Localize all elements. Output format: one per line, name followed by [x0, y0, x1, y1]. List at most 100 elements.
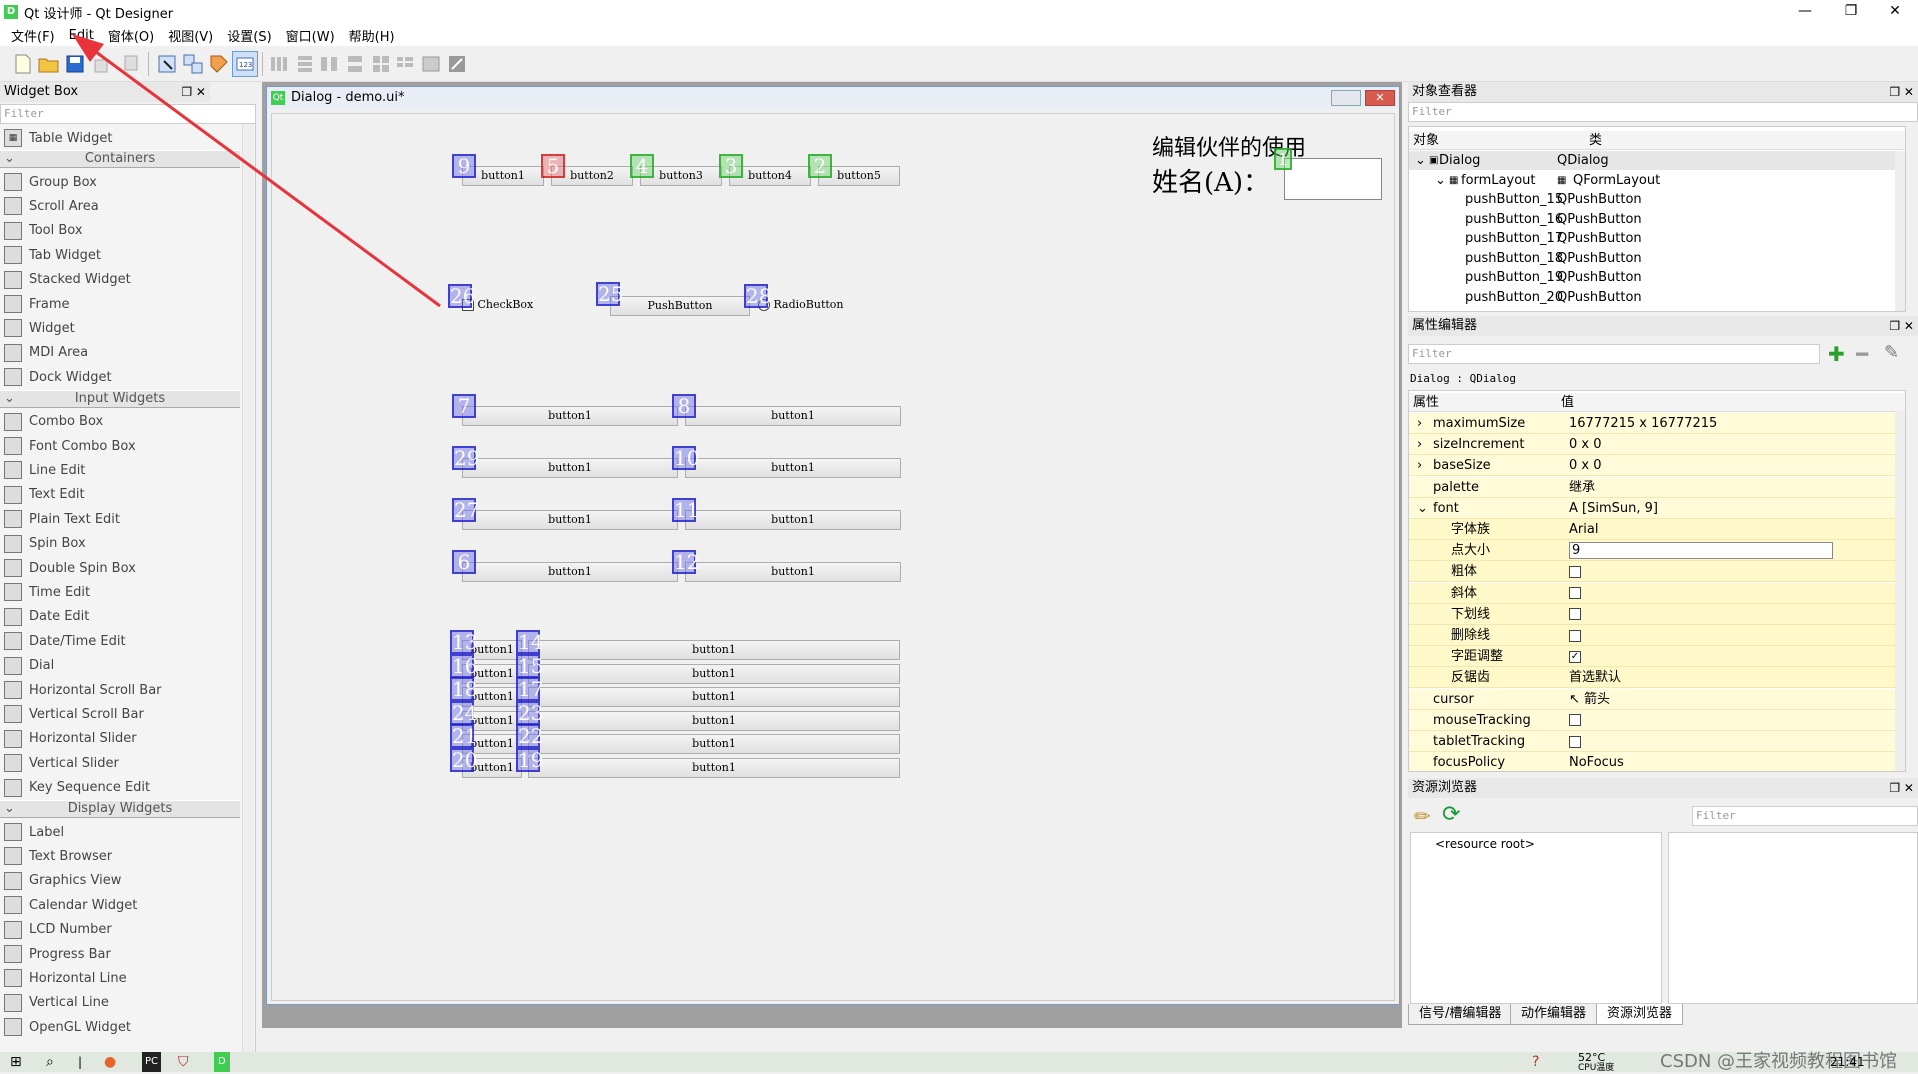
wb-item-text-edit[interactable]: Text Edit [4, 483, 85, 507]
pair-left-button[interactable]: button1 [462, 406, 678, 426]
wb-item-horizontal-scroll-bar[interactable]: Horizontal Scroll Bar [4, 678, 162, 702]
close-button[interactable]: ✕ [1872, 0, 1918, 24]
menu-edit[interactable]: Edit [62, 28, 101, 43]
wb-category-display-widgets[interactable]: ⌄ Display Widgets [0, 800, 240, 818]
object-row[interactable]: pushButton_16 QPushButton [1409, 210, 1905, 229]
panel-float-close-icon[interactable]: ❐ ✕ [181, 82, 206, 102]
panel-float-close-icon[interactable]: ❐ ✕ [1889, 778, 1914, 798]
edit-resources-icon[interactable]: ✏ [1414, 804, 1431, 828]
layout-splitter-h-icon[interactable] [316, 51, 342, 77]
wb-item-time-edit[interactable]: Time Edit [4, 580, 90, 604]
property-checkbox[interactable]: ✓ [1569, 650, 1581, 663]
property-row[interactable]: 字距调整 ✓ [1409, 646, 1905, 668]
dialog-minimize-button[interactable] [1331, 90, 1361, 106]
menu-view[interactable]: 视图(V) [161, 26, 220, 45]
form-right-button[interactable]: button1 [528, 640, 900, 660]
tab-resource-browser[interactable]: 资源浏览器 [1596, 1004, 1684, 1025]
break-layout-icon[interactable] [418, 51, 444, 77]
wb-item-scroll-area[interactable]: Scroll Area [4, 194, 99, 218]
pair-left-button[interactable]: button1 [462, 510, 678, 530]
property-row[interactable]: 字体族 Arial [1409, 519, 1905, 540]
panel-float-close-icon[interactable]: ❐ ✕ [1889, 316, 1914, 336]
property-checkbox[interactable] [1569, 629, 1581, 642]
wb-category-input-widgets[interactable]: ⌄ Input Widgets [0, 389, 240, 408]
pair-right-button[interactable]: button1 [685, 562, 901, 582]
property-row[interactable]: › baseSize 0 x 0 [1409, 455, 1905, 477]
property-row[interactable]: 斜体 [1409, 582, 1905, 604]
wb-item-label[interactable]: Label [4, 820, 64, 844]
property-row[interactable]: 粗体 [1409, 561, 1905, 583]
new-file-icon[interactable] [10, 51, 36, 77]
reload-icon[interactable]: ⟳ [1442, 802, 1460, 827]
layout-form-icon[interactable] [392, 51, 418, 77]
wb-item-tool-box[interactable]: Tool Box [4, 219, 83, 243]
wb-item-dial[interactable]: Dial [4, 654, 54, 678]
widget-box-scrollbar[interactable] [242, 124, 254, 1052]
paste-icon[interactable] [118, 51, 144, 77]
wb-item-text-browser[interactable]: Text Browser [4, 844, 112, 868]
firefox-icon[interactable]: ● [104, 1052, 116, 1072]
copy-icon[interactable] [90, 51, 116, 77]
chevron-down-icon[interactable]: ⌄ [1417, 498, 1428, 519]
wb-item-double-spin-box[interactable]: Double Spin Box [4, 556, 136, 580]
object-row[interactable]: pushButton_15 QPushButton [1409, 190, 1905, 209]
panel-float-close-icon[interactable]: ❐ ✕ [1889, 82, 1914, 102]
property-row[interactable]: cursor ↖ 箭头 [1409, 688, 1905, 710]
pair-right-button[interactable]: button1 [685, 406, 901, 426]
name-line-edit[interactable] [1284, 158, 1382, 200]
wb-item-font-combo-box[interactable]: Font Combo Box [4, 434, 136, 458]
property-row[interactable]: tabletTracking [1409, 731, 1905, 752]
add-property-icon[interactable]: ✚ [1828, 342, 1845, 366]
menu-settings[interactable]: 设置(S) [220, 26, 278, 45]
wb-item-graphics-view[interactable]: Graphics View [4, 869, 121, 893]
wb-item-line-edit[interactable]: Line Edit [4, 458, 85, 482]
wb-item-lcd-number[interactable]: LCD Number [4, 918, 112, 942]
pair-right-button[interactable]: button1 [685, 510, 901, 530]
object-inspector-filter[interactable]: Filter [1408, 102, 1918, 122]
open-folder-icon[interactable] [36, 51, 62, 77]
wb-item-frame[interactable]: Frame [4, 292, 70, 316]
point-size-spinbox[interactable]: 9 [1569, 542, 1833, 560]
qt-designer-taskbar-icon[interactable]: D [214, 1052, 230, 1072]
form-right-button[interactable]: button1 [528, 734, 900, 755]
property-checkbox[interactable] [1569, 608, 1581, 621]
property-row[interactable]: focusPolicy NoFocus [1409, 752, 1905, 771]
wb-item-key-sequence-edit[interactable]: Key Sequence Edit [4, 776, 150, 800]
property-checkbox[interactable] [1569, 735, 1581, 748]
wb-item-calendar-widget[interactable]: Calendar Widget [4, 893, 137, 917]
object-row[interactable]: pushButton_18 QPushButton [1409, 249, 1905, 268]
wb-category-containers[interactable]: ⌄ Containers [0, 150, 240, 168]
wb-item-combo-box[interactable]: Combo Box [4, 410, 103, 434]
save-icon[interactable] [62, 51, 88, 77]
layout-splitter-v-icon[interactable] [342, 51, 368, 77]
form-right-button[interactable]: button1 [528, 758, 900, 778]
edit-widgets-icon[interactable] [154, 51, 180, 77]
property-checkbox[interactable] [1569, 587, 1581, 600]
chevron-right-icon[interactable]: › [1417, 434, 1422, 455]
menu-file[interactable]: 文件(F) [4, 26, 62, 45]
push-button[interactable]: PushButton [610, 296, 750, 316]
edit-signals-icon[interactable] [180, 51, 206, 77]
layout-horizontal-icon[interactable] [266, 51, 292, 77]
search-icon[interactable]: ⌕ [46, 1052, 54, 1072]
object-inspector-scrollbar[interactable] [1895, 151, 1905, 311]
help-tray-icon[interactable]: ? [1532, 1052, 1539, 1072]
property-row[interactable]: palette 继承 [1409, 476, 1905, 498]
property-checkbox[interactable] [1569, 714, 1581, 727]
remove-property-icon[interactable]: ━ [1856, 342, 1868, 366]
property-row[interactable]: ⌄ font A [SimSun, 9] [1409, 497, 1905, 519]
windows-start-icon[interactable]: ⊞ [10, 1052, 22, 1072]
tab-signal-slot-editor[interactable]: 信号/槽编辑器 [1408, 1004, 1513, 1025]
object-row[interactable]: ⌄ ▣ Dialog QDialog [1409, 151, 1905, 170]
edit-tab-order-icon[interactable]: 123 [232, 51, 258, 77]
wb-item-opengl-widget[interactable]: OpenGL Widget [4, 1015, 131, 1039]
wb-item-plain-text-edit[interactable]: Plain Text Edit [4, 507, 120, 531]
property-editor-filter[interactable]: Filter [1408, 344, 1820, 364]
wb-item-spin-box[interactable]: Spin Box [4, 532, 86, 556]
wb-item-progress-bar[interactable]: Progress Bar [4, 942, 111, 966]
object-row[interactable]: pushButton_17 QPushButton [1409, 229, 1905, 248]
layout-vertical-icon[interactable] [292, 51, 318, 77]
wb-item-dock-widget[interactable]: Dock Widget [4, 365, 112, 389]
menu-window[interactable]: 窗口(W) [279, 26, 342, 45]
pair-left-button[interactable]: button1 [462, 562, 678, 582]
